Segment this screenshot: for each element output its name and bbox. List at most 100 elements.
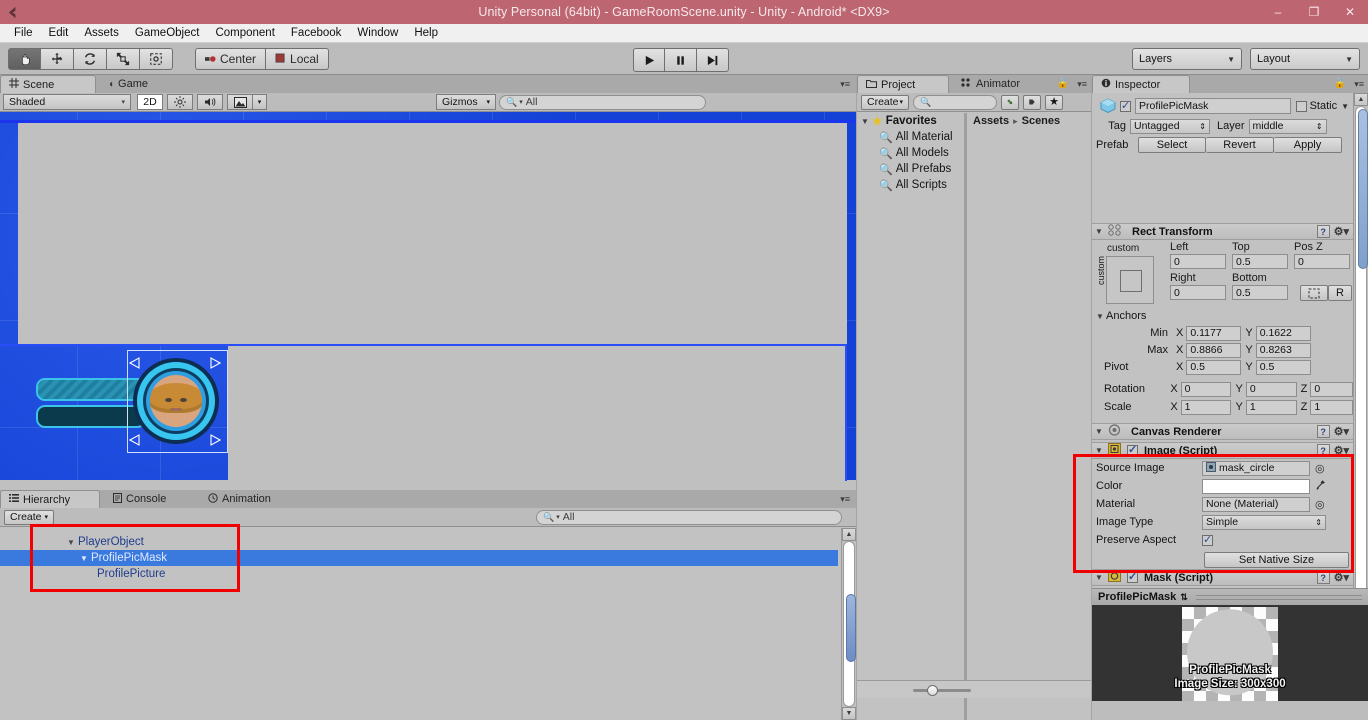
object-picker-icon[interactable]: ◎ (1315, 462, 1325, 475)
sun-icon[interactable] (167, 94, 193, 110)
preview-header[interactable]: ProfilePicMask ⇅ (1092, 588, 1368, 605)
pos-z-input[interactable]: 0 (1294, 254, 1350, 269)
foldout-arrow-icon[interactable]: ▼ (1095, 227, 1105, 236)
preserve-aspect-checkbox[interactable] (1202, 533, 1213, 546)
hierarchy-search-input[interactable]: 🔍 ▾ All (536, 509, 842, 525)
favorite-all-scripts[interactable]: 🔍 All Scripts (857, 177, 964, 193)
hand-tool-icon[interactable] (8, 47, 41, 70)
asset-type-filter-icon[interactable] (1001, 94, 1019, 110)
scene-canvas[interactable] (0, 112, 856, 493)
rect-transform-header[interactable]: ▼ Rect Transform ? ⚙▾ (1092, 223, 1353, 240)
selection-handle-br[interactable] (209, 434, 222, 449)
help-icon[interactable]: ? (1316, 225, 1330, 238)
anchor-min-x-input[interactable]: 0.1177 (1186, 325, 1242, 341)
rotation-y-input[interactable]: 0 (1245, 381, 1297, 397)
anchor-min-y-input[interactable]: 0.1622 (1255, 325, 1311, 341)
hierarchy-menu-icon[interactable]: ▾≡ (840, 494, 850, 505)
canvas-renderer-header[interactable]: ▼ Canvas Renderer ? ⚙▾ (1092, 423, 1353, 440)
mask-script-header[interactable]: ▼ Mask (Script) ? ⚙▾ (1092, 569, 1353, 586)
right-input[interactable]: 0 (1170, 285, 1226, 300)
gameobject-name-input[interactable]: ProfilePicMask (1135, 98, 1291, 114)
static-dropdown-icon[interactable]: ▼ (1341, 102, 1349, 111)
scale-z-input[interactable]: 1 (1310, 399, 1354, 415)
gear-icon[interactable]: ⚙▾ (1334, 444, 1349, 457)
material-field[interactable]: None (Material) (1202, 496, 1310, 512)
menu-assets[interactable]: Assets (76, 24, 127, 43)
help-icon[interactable]: ? (1316, 425, 1330, 438)
scale-tool-icon[interactable] (107, 47, 140, 70)
tab-scene[interactable]: Scene (0, 75, 96, 93)
inspector-scroll-track[interactable] (1355, 106, 1368, 650)
favorite-filter-icon[interactable]: ★ (1045, 94, 1063, 110)
breadcrumb-assets[interactable]: Assets (973, 115, 1009, 127)
layer-dropdown[interactable]: middle ⇕ (1248, 118, 1327, 134)
left-input[interactable]: 0 (1170, 254, 1226, 269)
favorite-all-prefabs[interactable]: 🔍 All Prefabs (857, 161, 964, 177)
create-button[interactable]: Create ▾ (4, 509, 54, 525)
project-create-button[interactable]: Create ▾ (861, 94, 909, 110)
image-icon[interactable] (227, 94, 253, 110)
scene-search-input[interactable]: 🔍 ▾ All (499, 94, 706, 110)
foldout-arrow-icon[interactable]: ▼ (1096, 312, 1106, 321)
tab-console[interactable]: Console (105, 490, 174, 508)
prefab-apply-button[interactable]: Apply (1274, 137, 1342, 153)
2d-toggle[interactable]: 2D (137, 94, 163, 110)
draw-mode-dropdown[interactable]: Shaded ▾ (3, 94, 131, 110)
foldout-arrow-icon[interactable]: ▼ (1095, 427, 1105, 436)
label-filter-icon[interactable] (1023, 94, 1041, 110)
favorite-all-models[interactable]: 🔍 All Models (857, 145, 964, 161)
favorite-all-material[interactable]: 🔍 All Material (857, 129, 964, 145)
hierarchy-item-profilepicmask[interactable]: ▼ ProfilePicMask (0, 550, 838, 566)
close-button[interactable]: ✕ (1332, 0, 1368, 24)
foldout-arrow-icon[interactable]: ▼ (64, 538, 78, 547)
hierarchy-tree[interactable]: ▼ PlayerObject ▼ ProfilePicMask ProfileP… (0, 528, 838, 720)
pivot-x-input[interactable]: 0.5 (1186, 359, 1242, 375)
image-type-dropdown[interactable]: Simple ⇕ (1202, 514, 1326, 530)
lock-icon[interactable]: 🔒 (1334, 78, 1346, 89)
menu-file[interactable]: File (6, 24, 41, 43)
project-assets-column[interactable]: Assets ▸ Scenes (967, 113, 1091, 720)
rect-tool-icon[interactable] (140, 47, 173, 70)
scale-x-input[interactable]: 1 (1180, 399, 1232, 415)
selection-handle-bl[interactable] (128, 434, 141, 449)
anchor-max-x-input[interactable]: 0.8866 (1186, 342, 1242, 358)
project-search-input[interactable]: 🔍 (913, 94, 997, 110)
hierarchy-scroll-track[interactable] (843, 541, 856, 707)
tag-dropdown[interactable]: Untagged ⇕ (1130, 118, 1210, 134)
scroll-down-icon[interactable]: ▼ (842, 707, 856, 720)
rotation-z-input[interactable]: 0 (1310, 381, 1354, 397)
blueprint-mode-button[interactable] (1300, 285, 1328, 301)
menu-facebook[interactable]: Facebook (283, 24, 350, 43)
gear-icon[interactable]: ⚙▾ (1334, 225, 1349, 238)
scale-y-input[interactable]: 1 (1245, 399, 1297, 415)
foldout-arrow-icon[interactable]: ▼ (861, 117, 869, 126)
tab-hierarchy[interactable]: Hierarchy (0, 490, 100, 508)
hierarchy-scrollbar[interactable]: ▲ ▼ (841, 528, 856, 720)
project-zoom-slider-knob[interactable] (927, 685, 938, 696)
preview-drag-grip[interactable] (1195, 594, 1362, 600)
color-swatch[interactable] (1202, 478, 1310, 494)
updown-icon[interactable]: ⇅ (1180, 592, 1188, 603)
rotation-x-input[interactable]: 0 (1180, 381, 1232, 397)
pivot-center-button[interactable]: Center (195, 47, 267, 70)
mask-enabled-checkbox[interactable] (1127, 570, 1138, 583)
layout-dropdown[interactable]: Layout ▼ (1250, 48, 1360, 70)
speaker-icon[interactable] (197, 94, 223, 110)
hierarchy-item-profilepicture[interactable]: ProfilePicture (0, 566, 838, 582)
hierarchy-item-playerobject[interactable]: ▼ PlayerObject (0, 534, 838, 550)
gear-icon[interactable]: ⚙▾ (1334, 571, 1349, 584)
prefab-select-button[interactable]: Select (1138, 137, 1206, 153)
anchor-preset-button[interactable] (1106, 256, 1154, 304)
lock-icon[interactable]: 🔒 (1057, 78, 1069, 89)
project-zoom-slider[interactable] (913, 685, 971, 696)
play-button[interactable] (633, 48, 665, 72)
menu-gameobject[interactable]: GameObject (127, 24, 208, 43)
top-input[interactable]: 0.5 (1232, 254, 1288, 269)
gear-icon[interactable]: ⚙▾ (1334, 425, 1349, 438)
anchor-max-y-input[interactable]: 0.8263 (1255, 342, 1311, 358)
image-enabled-checkbox[interactable] (1127, 443, 1138, 456)
rotate-tool-icon[interactable] (74, 47, 107, 70)
scroll-up-icon[interactable]: ▲ (842, 528, 856, 541)
menu-help[interactable]: Help (406, 24, 446, 43)
maximize-button[interactable]: ❐ (1296, 0, 1332, 24)
